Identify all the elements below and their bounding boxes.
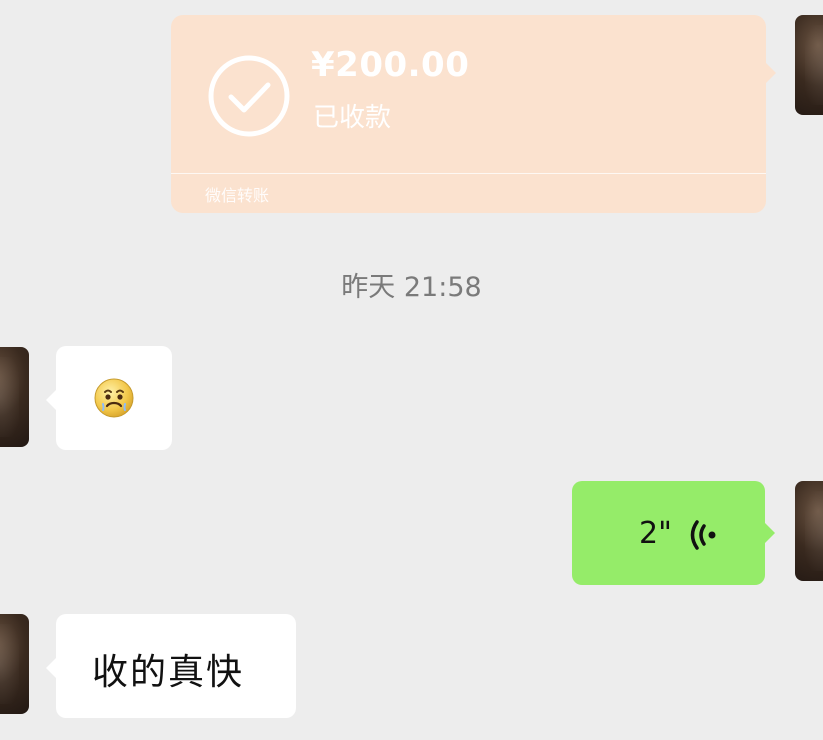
transfer-card[interactable]: ¥200.00 已收款 微信转账 [171, 15, 776, 213]
contact-avatar[interactable] [0, 614, 29, 714]
chat-view: ¥200.00 已收款 微信转账 昨天 21:58 2" 收的真快 [0, 0, 823, 740]
incoming-emoji-message[interactable] [46, 346, 172, 450]
voice-wave-icon [690, 520, 716, 550]
transfer-divider [171, 173, 766, 174]
transfer-amount: ¥200.00 [311, 45, 470, 85]
message-timestamp: 昨天 21:58 [341, 272, 482, 303]
my-avatar[interactable] [795, 15, 823, 115]
transfer-status: 已收款 [313, 103, 392, 133]
checkmark-circle-icon [208, 55, 290, 137]
transfer-footer: 微信转账 [205, 186, 270, 205]
my-avatar[interactable] [795, 481, 823, 581]
message-text: 收的真快 [92, 652, 245, 693]
worried-face-icon [94, 378, 134, 418]
incoming-text-message[interactable]: 收的真快 [46, 614, 296, 718]
voice-duration: 2" [639, 516, 672, 551]
outgoing-voice-message[interactable]: 2" [572, 481, 775, 585]
contact-avatar[interactable] [0, 347, 29, 447]
